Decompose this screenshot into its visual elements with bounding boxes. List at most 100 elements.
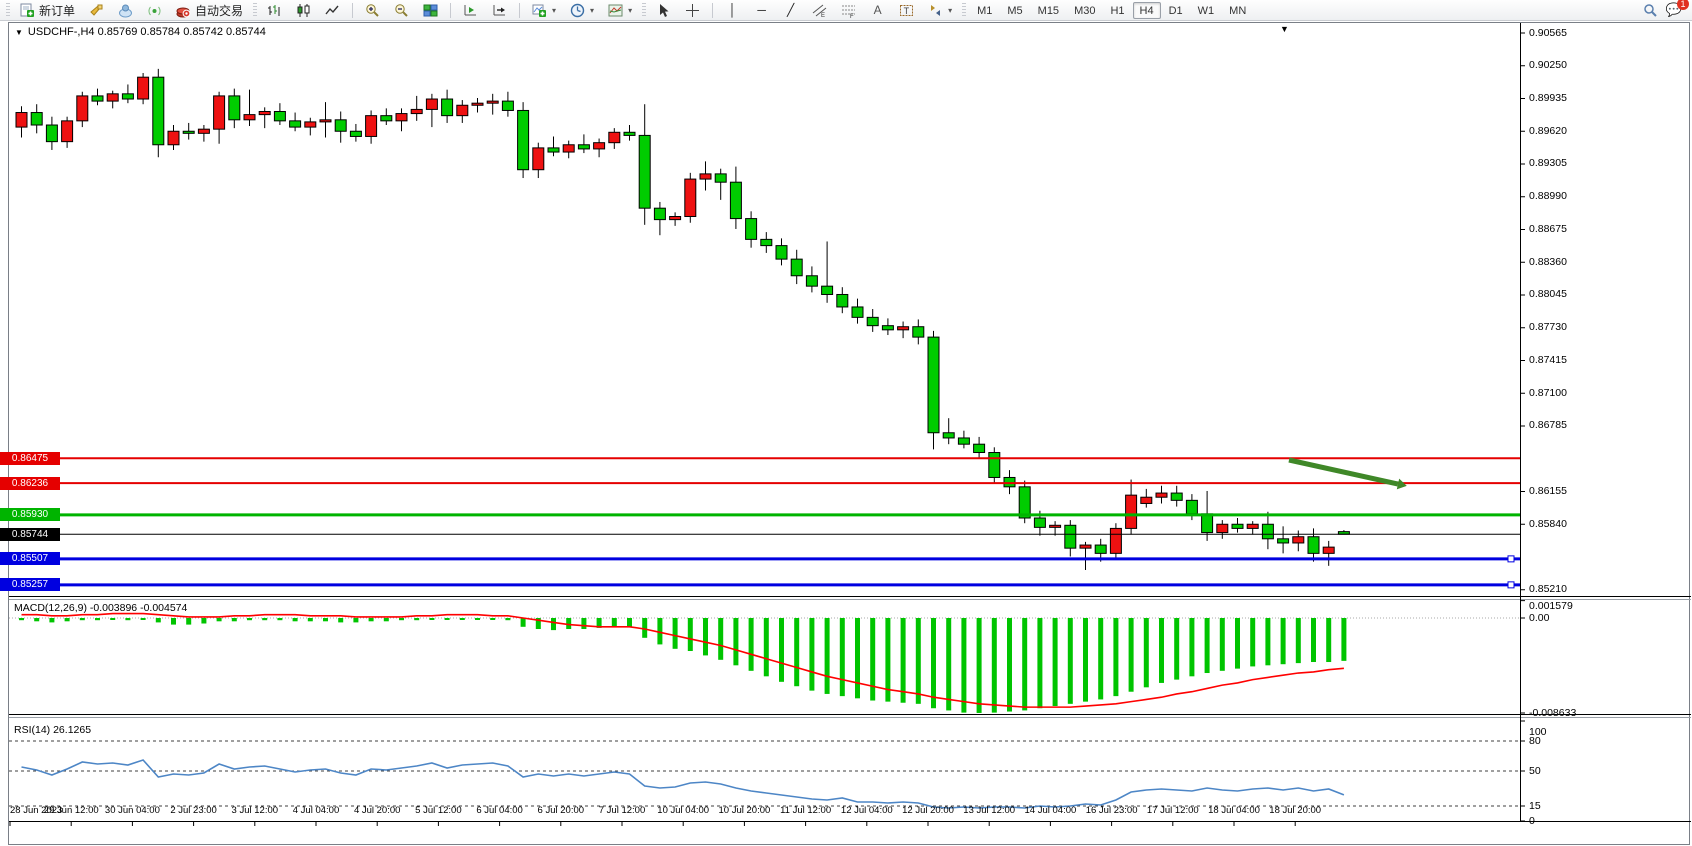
candlestick[interactable] bbox=[746, 219, 757, 240]
candlestick[interactable] bbox=[1232, 524, 1243, 528]
candlestick[interactable] bbox=[533, 148, 544, 170]
candlestick[interactable] bbox=[928, 337, 939, 433]
candlestick[interactable] bbox=[1308, 537, 1319, 554]
candlestick[interactable] bbox=[974, 444, 985, 452]
candlestick[interactable] bbox=[350, 131, 361, 136]
candlestick[interactable] bbox=[806, 276, 817, 286]
candlestick[interactable] bbox=[153, 77, 164, 145]
candlestick[interactable] bbox=[1110, 528, 1121, 553]
candlestick[interactable] bbox=[958, 438, 969, 444]
candlestick[interactable] bbox=[776, 246, 787, 260]
candlestick[interactable] bbox=[77, 96, 88, 121]
candlestick[interactable] bbox=[1293, 537, 1304, 543]
candlestick[interactable] bbox=[1217, 524, 1228, 532]
chart-canvas[interactable] bbox=[0, 0, 1692, 846]
candlestick[interactable] bbox=[670, 217, 681, 220]
candlestick[interactable] bbox=[1262, 524, 1273, 539]
candlestick[interactable] bbox=[472, 103, 483, 105]
candlestick[interactable] bbox=[624, 132, 635, 135]
candlestick[interactable] bbox=[502, 101, 513, 110]
candlestick[interactable] bbox=[518, 110, 529, 169]
candlestick[interactable] bbox=[1278, 539, 1289, 543]
candlestick[interactable] bbox=[305, 122, 316, 127]
candlestick[interactable] bbox=[138, 77, 149, 99]
candlestick[interactable] bbox=[487, 101, 498, 103]
candlestick[interactable] bbox=[366, 116, 377, 137]
candlestick[interactable] bbox=[715, 174, 726, 182]
candlestick[interactable] bbox=[107, 94, 118, 101]
candlestick[interactable] bbox=[274, 111, 285, 120]
candlestick[interactable] bbox=[214, 96, 225, 129]
candlestick[interactable] bbox=[822, 286, 833, 294]
time-axis-label: 5 Jul 12:00 bbox=[415, 805, 461, 816]
macd-histogram-bar bbox=[429, 618, 434, 620]
candlestick[interactable] bbox=[244, 115, 255, 120]
candlestick[interactable] bbox=[259, 111, 270, 114]
price-tick-label: 0.87415 bbox=[1529, 354, 1567, 366]
trend-arrow[interactable] bbox=[1289, 460, 1398, 484]
candlestick[interactable] bbox=[548, 148, 559, 152]
candlestick[interactable] bbox=[609, 132, 620, 142]
candlestick[interactable] bbox=[396, 114, 407, 121]
candlestick[interactable] bbox=[290, 121, 301, 127]
candlestick[interactable] bbox=[730, 182, 741, 218]
candlestick[interactable] bbox=[913, 327, 924, 337]
candlestick[interactable] bbox=[700, 174, 711, 179]
candlestick[interactable] bbox=[1050, 525, 1061, 527]
time-axis-label: 4 Jul 20:00 bbox=[354, 805, 400, 816]
candlestick[interactable] bbox=[685, 179, 696, 216]
candlestick[interactable] bbox=[882, 326, 893, 330]
candlestick[interactable] bbox=[898, 327, 909, 330]
candlestick[interactable] bbox=[1202, 514, 1213, 533]
candlestick[interactable] bbox=[654, 208, 665, 219]
candlestick[interactable] bbox=[426, 99, 437, 109]
price-tick-label: 0.88360 bbox=[1529, 256, 1567, 268]
candlestick[interactable] bbox=[852, 307, 863, 317]
macd-histogram-bar bbox=[1174, 618, 1179, 680]
candlestick[interactable] bbox=[335, 120, 346, 131]
candlestick[interactable] bbox=[837, 294, 848, 306]
candlestick[interactable] bbox=[92, 96, 103, 101]
candlestick[interactable] bbox=[1247, 524, 1258, 528]
candlestick[interactable] bbox=[198, 129, 209, 133]
candlestick[interactable] bbox=[943, 433, 954, 438]
candlestick[interactable] bbox=[989, 453, 1000, 478]
macd-histogram-bar bbox=[764, 618, 769, 676]
candlestick[interactable] bbox=[1323, 547, 1334, 553]
time-axis-label: 10 Jul 04:00 bbox=[657, 805, 709, 816]
macd-histogram-bar bbox=[673, 618, 678, 649]
candlestick[interactable] bbox=[867, 317, 878, 325]
rsi-axis-label: 80 bbox=[1529, 735, 1541, 747]
candlestick[interactable] bbox=[457, 105, 468, 115]
candlestick[interactable] bbox=[46, 125, 57, 142]
line-drag-handle[interactable] bbox=[1508, 556, 1514, 562]
candlestick[interactable] bbox=[1065, 525, 1076, 548]
candlestick[interactable] bbox=[791, 259, 802, 276]
candlestick[interactable] bbox=[1126, 495, 1137, 528]
candlestick[interactable] bbox=[761, 239, 772, 245]
candlestick[interactable] bbox=[31, 113, 42, 125]
candlestick[interactable] bbox=[563, 145, 574, 152]
candlestick[interactable] bbox=[594, 143, 605, 149]
candlestick[interactable] bbox=[1080, 545, 1091, 548]
candlestick[interactable] bbox=[168, 131, 179, 145]
candlestick[interactable] bbox=[1156, 493, 1167, 497]
candlestick[interactable] bbox=[411, 109, 422, 113]
candlestick[interactable] bbox=[1095, 545, 1106, 553]
candlestick[interactable] bbox=[122, 94, 133, 99]
candlestick[interactable] bbox=[381, 116, 392, 121]
candlestick[interactable] bbox=[1141, 497, 1152, 503]
candlestick[interactable] bbox=[1034, 518, 1045, 527]
candlestick[interactable] bbox=[1171, 493, 1182, 500]
candlestick[interactable] bbox=[578, 145, 589, 149]
candlestick[interactable] bbox=[62, 121, 73, 142]
line-drag-handle[interactable] bbox=[1508, 582, 1514, 588]
candlestick[interactable] bbox=[229, 96, 240, 120]
candlestick[interactable] bbox=[320, 120, 331, 122]
candlestick[interactable] bbox=[183, 131, 194, 133]
candlestick[interactable] bbox=[639, 135, 650, 208]
candlestick[interactable] bbox=[1186, 500, 1197, 514]
candlestick[interactable] bbox=[1019, 487, 1030, 518]
candlestick[interactable] bbox=[16, 113, 27, 128]
candlestick[interactable] bbox=[442, 99, 453, 116]
